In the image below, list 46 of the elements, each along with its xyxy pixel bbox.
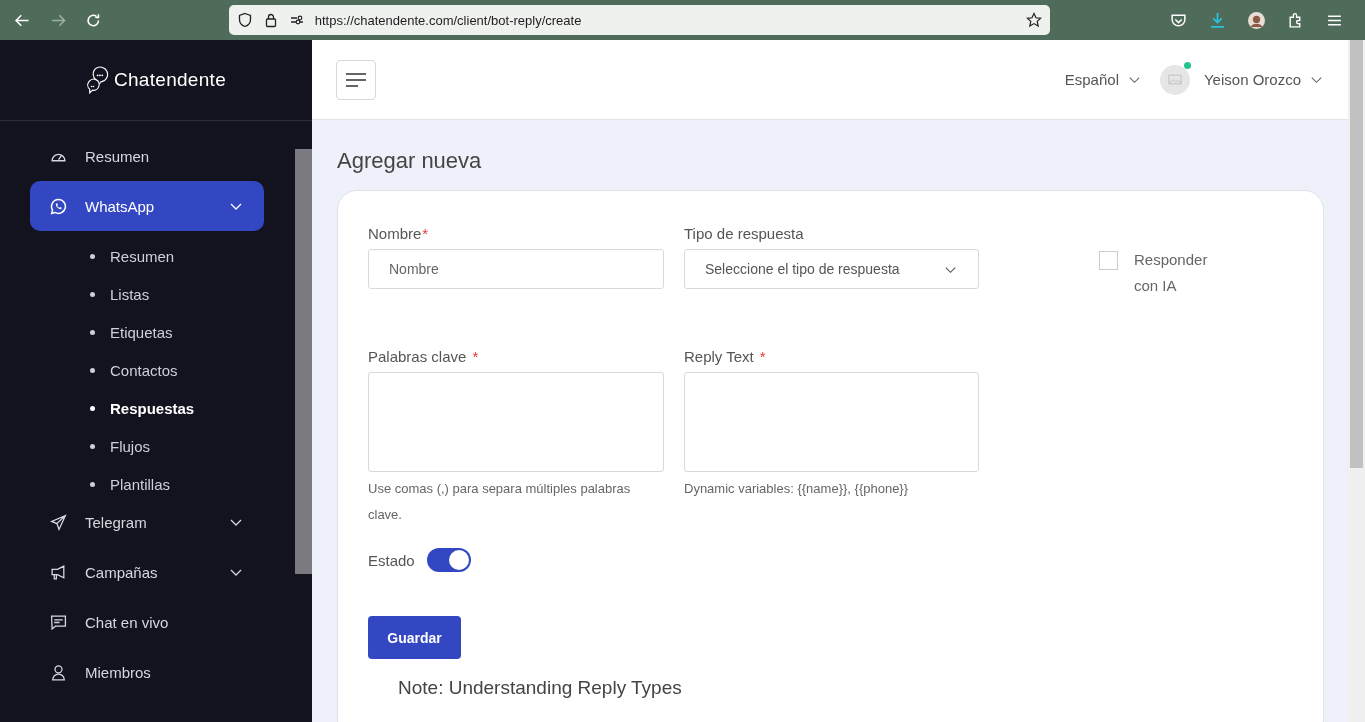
nav-item[interactable]: Campañas: [30, 547, 264, 597]
nav-item[interactable]: Resumen: [30, 131, 264, 181]
language-dropdown[interactable]: Español: [1064, 71, 1142, 88]
checkbox[interactable]: [1099, 251, 1118, 270]
field-label: Tipo de respuesta: [684, 225, 805, 242]
save-button[interactable]: Guardar: [368, 616, 461, 659]
field-label: Palabras clave *: [368, 348, 480, 365]
chat-icon: [50, 613, 67, 631]
account-avatar[interactable]: [1248, 11, 1265, 29]
submenu-item[interactable]: Respuestas: [88, 389, 295, 427]
address-bar[interactable]: https://chatendente.com/client/bot-reply/create: [228, 5, 1050, 35]
image-icon: [1168, 74, 1182, 85]
submenu-item[interactable]: Flujos: [88, 427, 295, 465]
paper-plane-icon: [50, 513, 67, 531]
submenu-item[interactable]: Resumen: [88, 237, 295, 275]
nav-item[interactable]: Chat en vivo: [30, 597, 264, 647]
field-label: Reply Text *: [684, 348, 767, 365]
pocket-icon[interactable]: [1170, 11, 1187, 29]
download-icon[interactable]: [1209, 11, 1226, 29]
reply-type-select[interactable]: Seleccione el tipo de respuesta: [684, 249, 979, 289]
user-icon: [50, 663, 67, 681]
megaphone-icon: [50, 563, 67, 581]
user-menu[interactable]: Yeison Orozco: [1204, 71, 1324, 88]
menu-button[interactable]: [336, 59, 376, 100]
logo-text: Chatendente: [113, 69, 227, 91]
help-text: Use comas (,) para separa múltiples palabras clave.: [368, 480, 632, 524]
checkbox-label: Responder con IA: [1134, 250, 1209, 296]
nav-item[interactable]: Miembros: [30, 647, 264, 697]
star-icon[interactable]: [1026, 12, 1042, 28]
whatsapp-icon: [50, 197, 67, 215]
reload-icon[interactable]: [85, 11, 102, 29]
name-input[interactable]: Nombre: [368, 249, 664, 289]
page-title: Agregar nueva: [337, 148, 483, 174]
submenu-item[interactable]: Contactos: [88, 351, 295, 389]
submenu-item[interactable]: Listas: [88, 275, 295, 313]
menu-icon: [346, 72, 366, 87]
scrollbar[interactable]: [1348, 40, 1365, 722]
status-label: Estado: [368, 551, 415, 569]
url-text: https://chatendente.com/client/bot-reply/create: [314, 12, 583, 28]
note-heading: Note: Understanding Reply Types: [398, 677, 683, 699]
submenu-item[interactable]: Etiquetas: [88, 313, 295, 351]
help-text: Dynamic variables: {{name}}, {{phone}}: [684, 480, 910, 498]
shield-icon[interactable]: [236, 12, 253, 28]
field-label: Nombre*: [368, 225, 430, 242]
toggle-switch[interactable]: [426, 548, 471, 572]
nav-item[interactable]: WhatsApp: [30, 181, 264, 231]
